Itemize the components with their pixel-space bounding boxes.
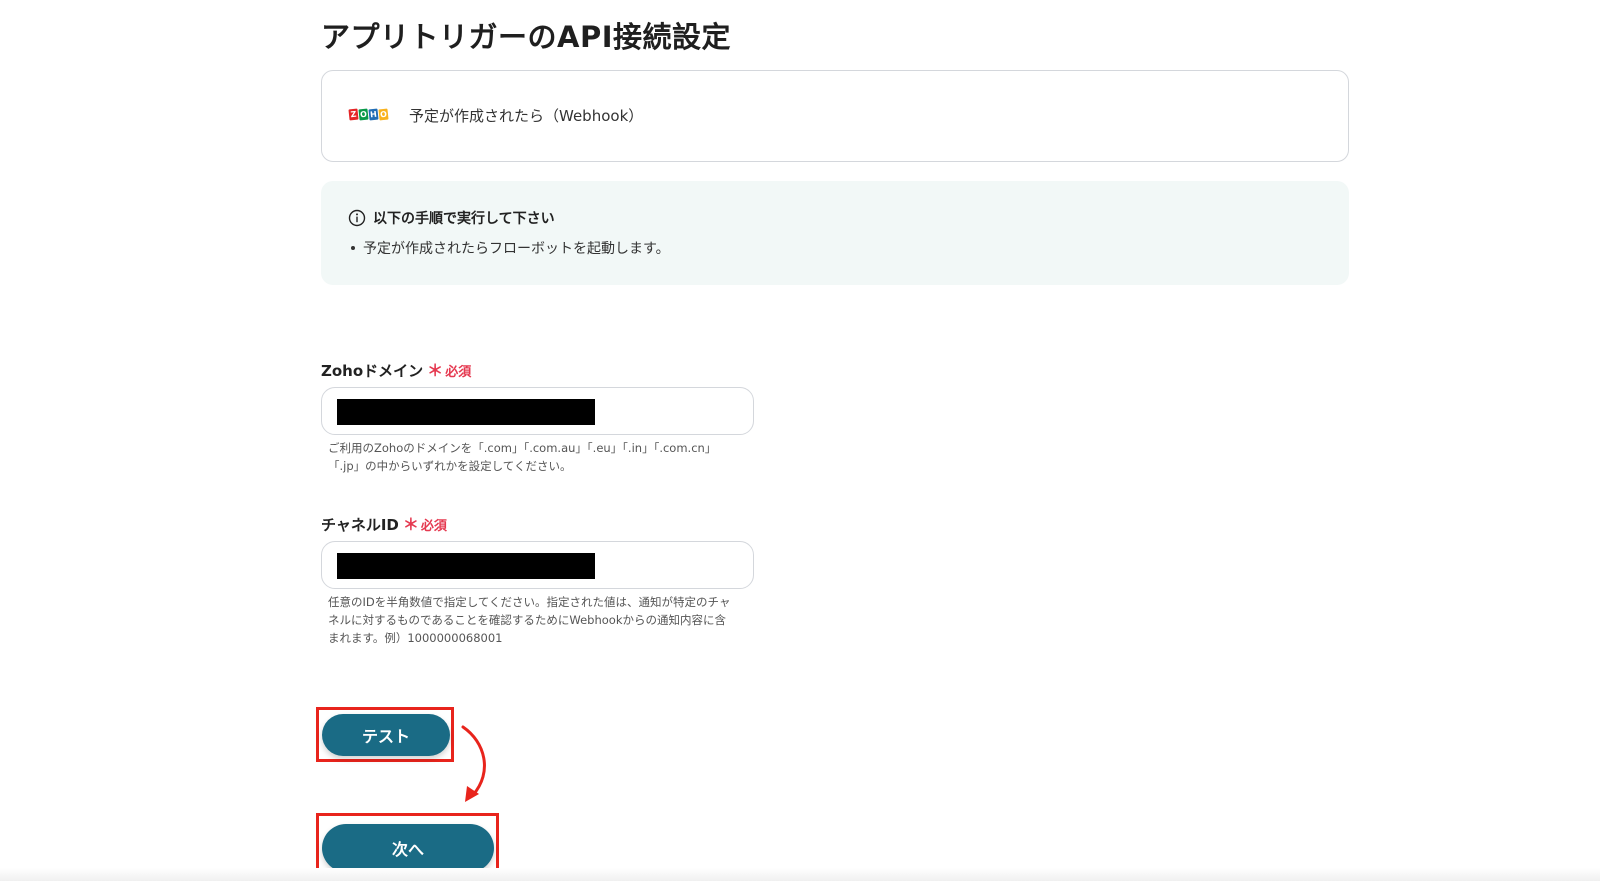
help-text-line: 「.jp」の中からいずれかを設定してください。 [328,459,572,473]
zoho-domain-input[interactable] [321,387,754,435]
help-text-line: 任意のIDを半角数値で指定してください。指定された値は、通知が特定のチャ [328,595,731,609]
required-badge: ＊必須 [403,511,447,535]
zoho-domain-label: Zohoドメイン ＊必須 [321,357,471,381]
required-text: 必須 [445,365,472,380]
info-icon [348,209,366,227]
help-text-line: ネルに対するものであることを確認するためにWebhookからの通知内容に含 [328,613,726,627]
bullet-icon [351,246,355,250]
zoho-logo-letter: O [358,108,369,121]
required-badge: ＊必須 [427,357,471,381]
info-item-text: 予定が作成されたらフローボットを起動します。 [363,241,670,257]
zoho-logo-letter: H [368,108,379,121]
next-button[interactable]: 次へ [322,824,494,872]
help-text-line: ご利用のZohoのドメインを「.com」「.com.au」「.eu」「.in」「… [328,441,717,455]
required-asterisk: ＊ [427,361,444,380]
info-list-item: 予定が作成されたらフローボットを起動します。 [348,238,670,258]
test-button[interactable]: テスト [322,714,450,756]
redacted-value [337,399,595,425]
page-title: アプリトリガーのAPI接続設定 [321,20,731,54]
help-text-line: まれます。例）1000000068001 [328,631,503,645]
info-box: 以下の手順で実行して下さい 予定が作成されたらフローボットを起動します。 [321,181,1349,285]
channel-id-help: 任意のIDを半角数値で指定してください。指定された値は、通知が特定のチャ ネルに… [328,593,758,647]
curved-arrow-icon [461,725,486,802]
channel-id-label: チャネルID ＊必須 [321,511,447,535]
zoho-domain-help: ご利用のZohoのドメインを「.com」「.com.au」「.eu」「.in」「… [328,439,758,475]
info-heading: 以下の手順で実行して下さい [373,211,555,227]
page-bottom-edge [0,868,1600,881]
channel-id-input[interactable] [321,541,754,589]
zoho-logo-letter: O [378,108,389,121]
zoho-logo-letter: Z [348,108,359,121]
trigger-label: 予定が作成されたら（Webhook） [409,107,644,125]
channel-id-label-text: チャネルID [321,516,399,534]
required-text: 必須 [420,519,447,534]
zoho-domain-label-text: Zohoドメイン [321,362,424,380]
trigger-card: Z O H O 予定が作成されたら（Webhook） [321,70,1349,162]
redacted-value [337,553,595,579]
zoho-logo-icon: Z O H O [348,108,389,121]
required-asterisk: ＊ [402,515,419,534]
